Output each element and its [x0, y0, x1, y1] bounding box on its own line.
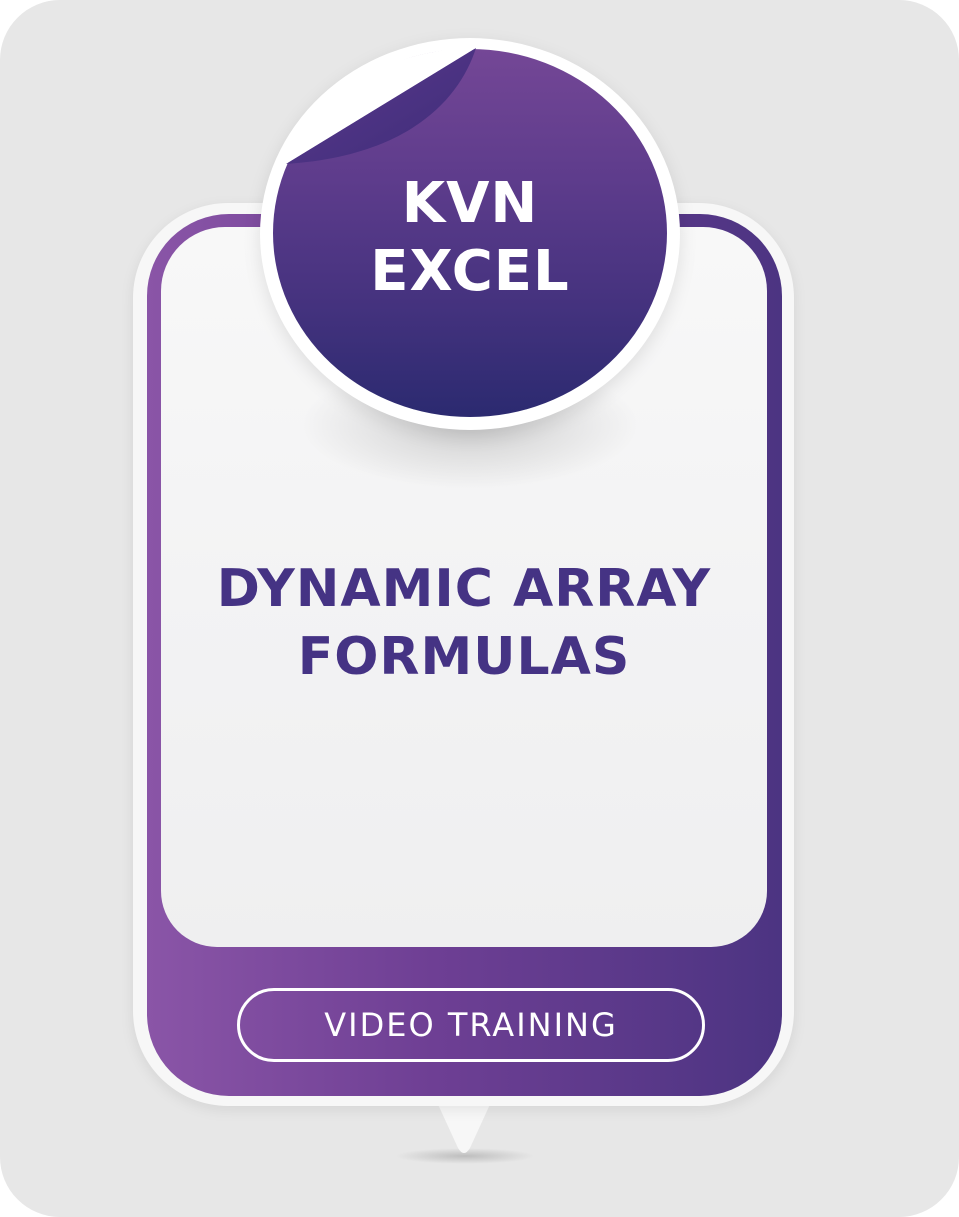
promo-card-page: KVN EXCEL DYNAMIC ARRAY FORMULAS VIDEO T… — [0, 0, 959, 1217]
brand-line-1: KVN — [401, 171, 539, 236]
course-title-line-2: FORMULAS — [297, 627, 631, 687]
brand-line-2: EXCEL — [370, 239, 570, 304]
course-title-line-1: DYNAMIC ARRAY — [216, 559, 712, 619]
video-training-label: VIDEO TRAINING — [324, 1006, 618, 1044]
brand-name: KVN EXCEL — [273, 170, 667, 306]
course-title: DYNAMIC ARRAY FORMULAS — [161, 555, 767, 691]
card-pointer-tail — [436, 1100, 492, 1153]
video-training-button[interactable]: VIDEO TRAINING — [237, 988, 705, 1062]
